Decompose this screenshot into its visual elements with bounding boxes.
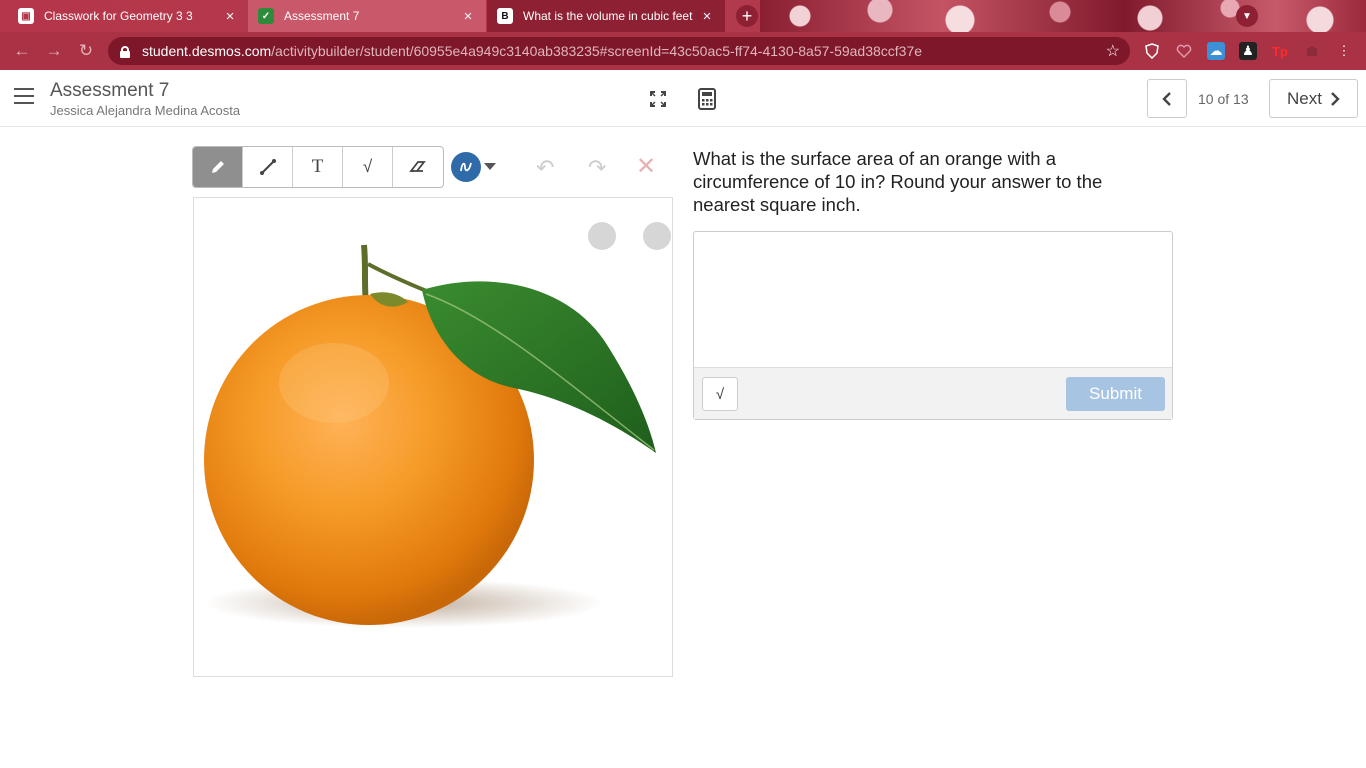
tab-title: Classwork for Geometry 3 3 xyxy=(44,9,193,23)
calculator-icon[interactable] xyxy=(698,88,718,110)
previous-screen-button[interactable] xyxy=(1147,79,1187,118)
forward-icon[interactable]: → xyxy=(38,35,70,67)
next-label: Next xyxy=(1287,88,1322,108)
close-tab-icon[interactable]: × xyxy=(222,8,238,25)
answer-input[interactable] xyxy=(694,232,1172,367)
address-bar-row: ← → ↻ student.desmos.com/activitybuilder… xyxy=(0,32,1366,70)
answer-footer: √ Submit xyxy=(694,367,1172,419)
tab-title: Assessment 7 xyxy=(284,9,360,23)
heart-extension-icon[interactable] xyxy=(1175,42,1193,60)
square-root-icon: √ xyxy=(362,157,373,176)
student-name: Jessica Alejandra Medina Acosta xyxy=(50,103,241,118)
math-tool-button[interactable]: √ xyxy=(343,147,393,187)
pencil-icon xyxy=(211,161,224,173)
line-icon xyxy=(259,159,276,175)
tab-assessment[interactable]: ✓ Assessment 7 × xyxy=(248,0,486,32)
new-tab-button[interactable]: + xyxy=(736,5,758,27)
browser-tab-bar: ▣ Classwork for Geometry 3 3 × ✓ Assessm… xyxy=(0,0,1366,32)
submit-button[interactable]: Submit xyxy=(1066,377,1165,411)
math-keyboard-button[interactable]: √ xyxy=(702,377,738,411)
tab-title: What is the volume in cubic feet xyxy=(523,9,693,23)
sketch-toolbar: T √ xyxy=(192,146,444,188)
drive-extension-icon[interactable]: ☁ xyxy=(1207,42,1225,60)
color-dropdown-caret-icon[interactable] xyxy=(484,163,496,170)
pen-color-button[interactable] xyxy=(451,152,481,182)
text-tool-button[interactable]: T xyxy=(293,147,343,187)
bookmark-star-icon[interactable]: ☆ xyxy=(1106,41,1120,61)
url-field[interactable]: student.desmos.com/activitybuilder/stude… xyxy=(108,37,1130,65)
lock-icon xyxy=(120,45,130,58)
orange-image xyxy=(204,222,671,628)
back-icon[interactable]: ← xyxy=(6,35,38,67)
question-prompt: What is the surface area of an orange wi… xyxy=(693,148,1103,215)
square-root-icon: √ xyxy=(715,385,725,403)
puzzle-extension-icon[interactable] xyxy=(1303,42,1321,60)
sketch-canvas[interactable] xyxy=(193,197,673,677)
activity-header: Assessment 7 Jessica Alejandra Medina Ac… xyxy=(0,70,1366,127)
redo-icon[interactable]: ↷ xyxy=(588,155,606,181)
url-path: /activitybuilder/student/60955e4a949c314… xyxy=(271,43,923,59)
undo-icon[interactable]: ↶ xyxy=(536,155,554,181)
fullscreen-icon[interactable] xyxy=(648,89,668,109)
url-host: student.desmos.com xyxy=(142,43,272,59)
line-tool-button[interactable] xyxy=(243,147,293,187)
brainly-icon: B xyxy=(497,8,513,24)
chevron-left-icon xyxy=(1162,91,1171,106)
desmos-icon: ✓ xyxy=(258,8,274,24)
person-extension-icon[interactable]: ♟ xyxy=(1239,42,1257,60)
theme-background xyxy=(760,0,1366,32)
tab-classwork[interactable]: ▣ Classwork for Geometry 3 3 × xyxy=(8,0,248,32)
tab-brainly[interactable]: B What is the volume in cubic feet × xyxy=(487,0,725,32)
eraser-icon xyxy=(409,161,426,172)
screen-counter: 10 of 13 xyxy=(1198,91,1249,107)
answer-box: √ Submit xyxy=(693,231,1173,420)
clear-sketch-icon[interactable]: ✕ xyxy=(636,152,656,181)
close-tab-icon[interactable]: × xyxy=(699,8,715,25)
squiggle-icon xyxy=(460,162,472,172)
chevron-right-icon xyxy=(1331,91,1340,106)
tp-extension-icon[interactable]: Tp xyxy=(1271,42,1289,60)
hamburger-menu-icon[interactable] xyxy=(14,88,34,108)
reload-icon[interactable]: ↻ xyxy=(70,35,102,67)
next-screen-button[interactable]: Next xyxy=(1269,79,1358,118)
more-menu-icon[interactable]: ⋮ xyxy=(1335,42,1353,60)
classroom-icon: ▣ xyxy=(18,8,34,24)
pencil-tool-button[interactable] xyxy=(193,147,243,187)
close-tab-icon[interactable]: × xyxy=(460,8,476,25)
eraser-tool-button[interactable] xyxy=(393,147,443,187)
activity-title: Assessment 7 xyxy=(50,80,170,101)
text-tool-icon: T xyxy=(311,156,324,177)
tab-search-icon[interactable]: ▼ xyxy=(1236,5,1258,27)
shield-extension-icon[interactable] xyxy=(1143,42,1161,60)
